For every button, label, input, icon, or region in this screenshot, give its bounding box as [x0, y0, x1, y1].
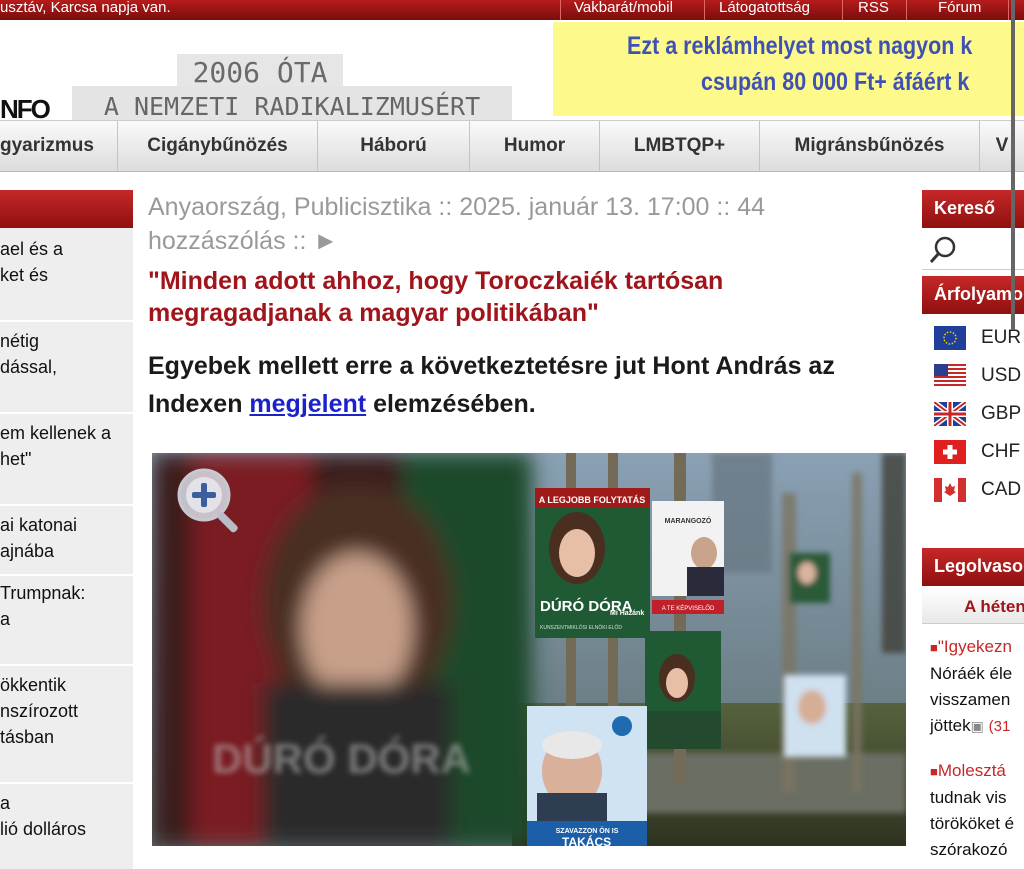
top-separator — [704, 0, 705, 20]
forum-link[interactable]: Fórum — [938, 0, 981, 16]
page-scrollbar[interactable] — [1011, 0, 1015, 330]
blurred-poster-name: DÚRÓ DÓRA — [212, 734, 471, 782]
right-sidebar: Kereső Árfolyamo EUR USD GBP CHF CAD Leg… — [922, 190, 1024, 869]
article-lead: Egyebek mellett erre a következtetésre j… — [148, 352, 835, 418]
svg-text:KUNSZENTMIKLÓSI ELNÖKI ELŐD: KUNSZENTMIKLÓSI ELNÖKI ELŐD — [540, 624, 622, 631]
list-item[interactable]: ■"Igyekezn Nóráék éle visszamen jöttek▣ … — [930, 634, 1012, 740]
rate-chf[interactable]: CHF — [934, 440, 1024, 464]
nav-item-haboru[interactable]: Háború — [318, 121, 470, 171]
advertisement-banner[interactable]: Ezt a reklámhelyet most nagyon k csupán … — [553, 22, 1024, 116]
campaign-posters-image: DÚRÓ DÓRA A LEGJOBB FOLYTATÁS DÚRÓ DÓRA … — [152, 453, 906, 846]
left-column-header — [0, 190, 133, 228]
rss-link[interactable]: RSS — [858, 0, 889, 16]
rate-gbp[interactable]: GBP — [934, 402, 1024, 426]
rate-cad[interactable]: CAD — [934, 478, 1024, 502]
ch-flag-icon — [934, 440, 966, 464]
list-item[interactable]: ökkentik nszírozott tásban — [0, 672, 133, 750]
ad-line-2: csupán 80 000 Ft+ áfáért k — [701, 68, 970, 96]
category-nav: gyarizmus Cigánybűnözés Háború Humor LMB… — [0, 120, 1024, 172]
list-item[interactable]: ■Molesztá tudnak vis törököket é szórako… — [930, 758, 1014, 863]
most-read-header: Legolvaso — [922, 548, 1024, 586]
svg-text:A LEGJOBB FOLYTATÁS: A LEGJOBB FOLYTATÁS — [539, 495, 646, 505]
rate-usd[interactable]: USD — [934, 364, 1024, 388]
tab-weekly[interactable]: A héten — [922, 588, 1024, 624]
nav-item-humor[interactable]: Humor — [470, 121, 600, 171]
traffic-stats-link[interactable]: Látogatottság — [719, 0, 810, 16]
nameday-greeting: usztáv, Karcsa napja van. — [0, 0, 171, 16]
poster-duro-dora-small — [645, 631, 721, 749]
svg-text:SZAVAZZON ÖN IS: SZAVAZZON ÖN IS — [556, 826, 619, 835]
left-news-column: ael és a ket és nétig dással, em kellenek … — [0, 190, 133, 869]
top-bar: usztáv, Karcsa napja van. Vakbarát/mobil… — [0, 0, 1024, 20]
poster-duro-dora: A LEGJOBB FOLYTATÁS DÚRÓ DÓRA KUNSZENTMI… — [535, 488, 650, 638]
nav-item-lmbtqp[interactable]: LMBTQP+ — [600, 121, 760, 171]
article-title[interactable]: "Minden adott ahhoz, hogy Toroczkaiék ta… — [148, 265, 888, 329]
nav-item-more[interactable]: V — [980, 121, 1024, 171]
top-separator — [560, 0, 561, 20]
poster-takacs: SZAVAZZON ÖN IS TAKÁCS — [527, 706, 647, 846]
list-item[interactable]: ael és a ket és — [0, 236, 133, 288]
source-link[interactable]: megjelent — [249, 390, 366, 418]
search-box[interactable] — [922, 230, 1024, 270]
top-separator — [842, 0, 843, 20]
camera-icon: ▣ — [970, 718, 984, 734]
nav-item-magyarizmus[interactable]: gyarizmus — [0, 121, 118, 171]
search-icon[interactable] — [928, 233, 962, 267]
list-item[interactable]: nétig dással, — [0, 328, 133, 380]
nav-item-ciganybunozes[interactable]: Cigánybűnözés — [118, 121, 318, 171]
top-separator — [1008, 0, 1009, 20]
list-item[interactable]: em kellenek a het" — [0, 420, 133, 472]
eu-flag-icon — [934, 326, 966, 350]
svg-text:MARANGOZÓ: MARANGOZÓ — [665, 516, 712, 525]
svg-text:A TE KÉPVISELŐD: A TE KÉPVISELŐD — [662, 605, 715, 612]
exchange-rates-header: Árfolyamo — [922, 276, 1024, 314]
uk-flag-icon — [934, 402, 966, 426]
search-header: Kereső — [922, 190, 1024, 228]
article-photo[interactable]: DÚRÓ DÓRA A LEGJOBB FOLYTATÁS DÚRÓ DÓRA … — [152, 453, 906, 846]
top-separator — [906, 0, 907, 20]
ad-line-1: Ezt a reklámhelyet most nagyon k — [627, 32, 973, 60]
svg-text:TAKÁCS: TAKÁCS — [562, 834, 611, 846]
svg-text:Mi Hazánk: Mi Hazánk — [610, 610, 644, 617]
nav-item-migransbunozes[interactable]: Migránsbűnözés — [760, 121, 980, 171]
list-item[interactable]: ai katonai ajnába — [0, 512, 133, 564]
us-flag-icon — [934, 364, 966, 388]
list-item[interactable]: a lió dolláros — [0, 790, 133, 842]
list-item[interactable]: Trumpnak: a — [0, 580, 133, 632]
article-meta: Anyaország, Publicisztika :: 2025. januá… — [148, 193, 766, 255]
ca-flag-icon — [934, 478, 966, 502]
accessible-mobile-link[interactable]: Vakbarát/mobil — [574, 0, 673, 16]
